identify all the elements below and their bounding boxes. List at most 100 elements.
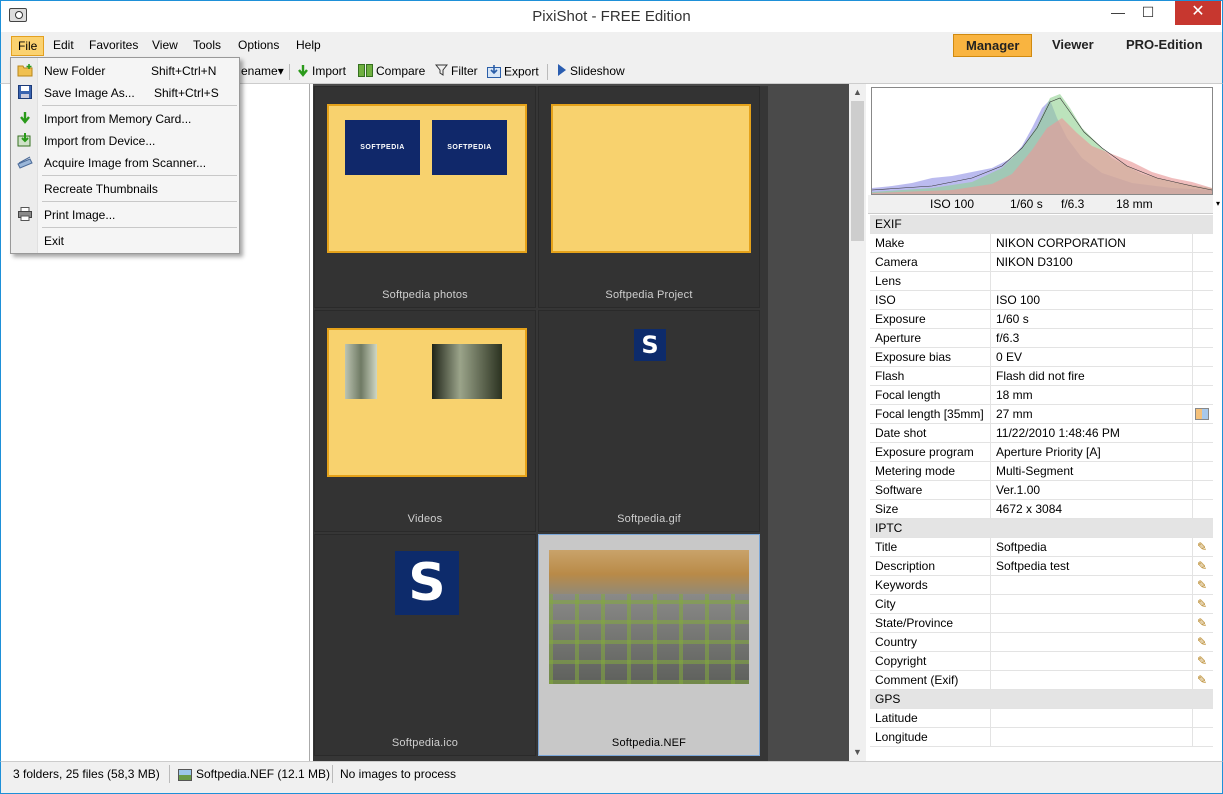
menu-item-new-folder[interactable]: New Folder Shift+Ctrl+N bbox=[11, 59, 239, 81]
property-row[interactable]: Camera NIKON D3100 bbox=[870, 253, 1213, 272]
property-row[interactable]: Description Softpedia test ✎ bbox=[870, 557, 1213, 576]
thumbnail-softpedia-photos[interactable]: SOFTPEDIA SOFTPEDIA Softpedia photos bbox=[314, 86, 536, 308]
histogram-info-bar: ISO 100 1/60 s f/6.3 18 mm bbox=[868, 195, 1213, 214]
filter-button[interactable]: Filter bbox=[434, 64, 478, 80]
property-row[interactable]: City ✎ bbox=[870, 595, 1213, 614]
export-button[interactable]: Export bbox=[487, 64, 539, 80]
property-key: Description bbox=[875, 559, 936, 573]
property-key: Title bbox=[875, 540, 898, 554]
menu-help[interactable]: Help bbox=[290, 36, 327, 56]
edit-pencil-icon[interactable]: ✎ bbox=[1197, 654, 1207, 668]
property-row[interactable]: State/Province ✎ bbox=[870, 614, 1213, 633]
image-file-icon bbox=[178, 768, 192, 781]
property-row[interactable]: Latitude bbox=[870, 709, 1213, 728]
thumbnail-videos[interactable]: Videos bbox=[314, 310, 536, 532]
toolbar-separator bbox=[547, 64, 548, 80]
viewer-mode-button[interactable]: Viewer bbox=[1040, 34, 1106, 57]
scroll-up-arrow-icon[interactable]: ▲ bbox=[849, 84, 866, 101]
property-row[interactable]: Comment (Exif) ✎ bbox=[870, 671, 1213, 690]
menu-edit[interactable]: Edit bbox=[47, 36, 80, 56]
property-row[interactable]: Longitude bbox=[870, 728, 1213, 747]
property-row[interactable]: Date shot 11/22/2010 1:48:46 PM bbox=[870, 424, 1213, 443]
property-row[interactable]: Make NIKON CORPORATION bbox=[870, 234, 1213, 253]
info-dropdown-arrow-icon[interactable]: ▾ bbox=[1213, 195, 1223, 215]
toolbar-separator bbox=[289, 64, 290, 80]
menu-item-acquire-scanner[interactable]: Acquire Image from Scanner... bbox=[11, 151, 239, 173]
maximize-button[interactable]: ☐ bbox=[1132, 1, 1164, 25]
edit-pencil-icon[interactable]: ✎ bbox=[1197, 559, 1207, 573]
edit-pencil-icon[interactable]: ✎ bbox=[1197, 673, 1207, 687]
property-value: Multi-Segment bbox=[996, 464, 1074, 478]
manager-mode-button[interactable]: Manager bbox=[953, 34, 1033, 57]
scrollbar-thumb[interactable] bbox=[851, 101, 864, 241]
property-key: Size bbox=[875, 502, 899, 516]
pro-edition-button[interactable]: PRO-Edition bbox=[1114, 34, 1215, 57]
property-row[interactable]: Exposure bias 0 EV bbox=[870, 348, 1213, 367]
thumbnail-softpedia-ico[interactable]: S Softpedia.ico bbox=[314, 534, 536, 756]
menu-item-import-memory-card[interactable]: Import from Memory Card... bbox=[11, 107, 239, 129]
property-row[interactable]: ISO ISO 100 bbox=[870, 291, 1213, 310]
menu-item-label: Recreate Thumbnails bbox=[44, 182, 158, 196]
menu-item-label: New Folder bbox=[44, 64, 106, 78]
property-row[interactable]: Aperture f/6.3 bbox=[870, 329, 1213, 348]
thumbnail-scrollbar[interactable]: ▲ ▼ bbox=[849, 84, 866, 761]
compare-button[interactable]: Compare bbox=[358, 64, 425, 80]
property-key: ISO bbox=[875, 293, 896, 307]
thumbnail-softpedia-nef[interactable]: Softpedia.NEF bbox=[538, 534, 760, 756]
menu-separator bbox=[42, 105, 237, 106]
window-title: PixiShot - FREE Edition bbox=[532, 8, 691, 25]
edit-pencil-icon[interactable]: ✎ bbox=[1197, 635, 1207, 649]
thumbnail-softpedia-gif[interactable]: S Softpedia.gif bbox=[538, 310, 760, 532]
file-menu-dropdown: New Folder Shift+Ctrl+N Save Image As...… bbox=[10, 57, 240, 254]
property-row[interactable]: Flash Flash did not fire bbox=[870, 367, 1213, 386]
menu-item-import-device[interactable]: Import from Device... bbox=[11, 129, 239, 151]
property-row[interactable]: Country ✎ bbox=[870, 633, 1213, 652]
property-row[interactable]: Exposure 1/60 s bbox=[870, 310, 1213, 329]
menu-options[interactable]: Options bbox=[232, 36, 285, 56]
thumbnail-area: SOFTPEDIA SOFTPEDIA Softpedia photos Sof… bbox=[313, 84, 849, 761]
status-separator bbox=[169, 765, 170, 783]
edit-pencil-icon[interactable]: ✎ bbox=[1197, 616, 1207, 630]
menu-favorites[interactable]: Favorites bbox=[83, 36, 144, 56]
slideshow-button[interactable]: Slideshow bbox=[557, 64, 625, 80]
menu-file[interactable]: File bbox=[11, 36, 45, 56]
menu-tools[interactable]: Tools bbox=[187, 36, 227, 56]
minimize-button[interactable]: — bbox=[1102, 1, 1134, 25]
menu-view[interactable]: View bbox=[146, 36, 184, 56]
menu-separator bbox=[42, 175, 237, 176]
softpedia-logo-image: SOFTPEDIA bbox=[345, 120, 420, 175]
rename-button[interactable]: ename▾ bbox=[241, 64, 284, 80]
video-preview-image bbox=[345, 344, 377, 399]
softpedia-logo-image: SOFTPEDIA bbox=[432, 120, 507, 175]
property-key: Lens bbox=[875, 274, 902, 288]
import-button[interactable]: Import bbox=[297, 64, 346, 80]
property-key: Focal length [35mm] bbox=[875, 407, 984, 421]
property-row[interactable]: Lens bbox=[870, 272, 1213, 291]
property-row[interactable]: Keywords ✎ bbox=[870, 576, 1213, 595]
thumbnail-grid: SOFTPEDIA SOFTPEDIA Softpedia photos Sof… bbox=[313, 86, 768, 761]
thumbnail-softpedia-project[interactable]: Softpedia Project bbox=[538, 86, 760, 308]
property-row[interactable]: Focal length [35mm] 27 mm bbox=[870, 405, 1213, 424]
property-row[interactable]: Focal length 18 mm bbox=[870, 386, 1213, 405]
edit-pencil-icon[interactable]: ✎ bbox=[1197, 597, 1207, 611]
edit-pencil-icon[interactable]: ✎ bbox=[1197, 578, 1207, 592]
property-row[interactable]: Exposure program Aperture Priority [A] bbox=[870, 443, 1213, 462]
menu-separator bbox=[42, 201, 237, 202]
close-button[interactable]: ✕ bbox=[1175, 1, 1221, 25]
scroll-down-arrow-icon[interactable]: ▼ bbox=[849, 744, 866, 761]
selected-file-label: Softpedia.NEF (12.1 MB) bbox=[196, 767, 331, 781]
property-row[interactable]: Copyright ✎ bbox=[870, 652, 1213, 671]
menu-item-exit[interactable]: Exit bbox=[11, 229, 239, 251]
slideshow-label: Slideshow bbox=[570, 64, 625, 78]
menu-bar: File Edit Favorites View Tools Options H… bbox=[0, 32, 1223, 59]
property-row[interactable]: Metering mode Multi-Segment bbox=[870, 462, 1213, 481]
menu-item-print-image[interactable]: Print Image... bbox=[11, 203, 239, 225]
property-row[interactable]: Software Ver.1.00 bbox=[870, 481, 1213, 500]
property-row[interactable]: Title Softpedia ✎ bbox=[870, 538, 1213, 557]
menu-item-recreate-thumbnails[interactable]: Recreate Thumbnails bbox=[11, 177, 239, 199]
property-key: State/Province bbox=[875, 616, 954, 630]
edit-pencil-icon[interactable]: ✎ bbox=[1197, 540, 1207, 554]
calculator-icon[interactable] bbox=[1195, 408, 1209, 420]
menu-item-save-image-as[interactable]: Save Image As... Shift+Ctrl+S bbox=[11, 81, 239, 103]
property-row[interactable]: Size 4672 x 3084 bbox=[870, 500, 1213, 519]
